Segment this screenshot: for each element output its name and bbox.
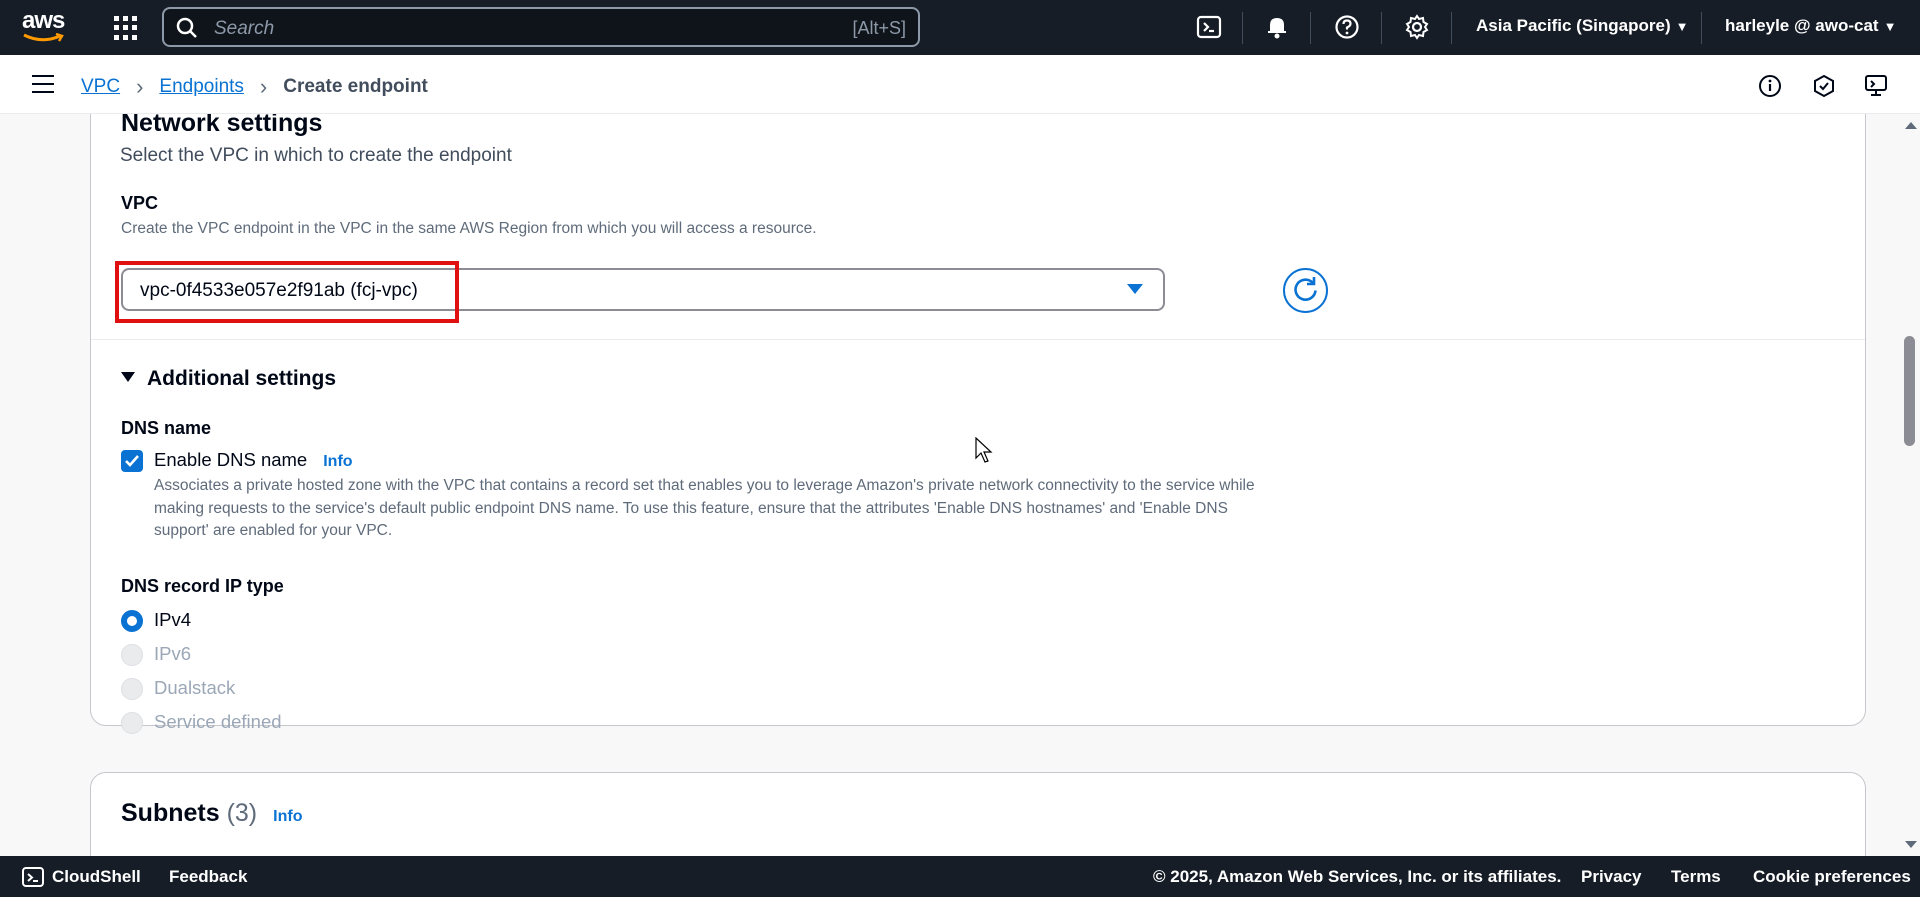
search-shortcut: [Alt+S]	[852, 18, 906, 38]
cloudshell-icon[interactable]	[1196, 14, 1222, 40]
radio-ipv6	[121, 644, 143, 666]
services-menu-icon[interactable]	[114, 16, 138, 40]
feedback-panel-icon[interactable]	[1864, 73, 1890, 99]
refresh-button[interactable]	[1283, 268, 1328, 313]
bell-icon[interactable]	[1264, 14, 1290, 40]
mouse-cursor-icon	[975, 437, 993, 463]
footer-cookie-preferences[interactable]: Cookie preferences	[1753, 867, 1911, 887]
caret-down-icon	[1127, 284, 1143, 294]
footer-cloudshell[interactable]: CloudShell	[52, 867, 141, 887]
top-navigation-bar: aws Search [Alt+S] Asia Pacific (Singapo…	[0, 0, 1920, 55]
account-menu[interactable]: harleyle @ awo-cat ▼	[1725, 16, 1896, 36]
search-box[interactable]: Search [Alt+S]	[162, 7, 920, 47]
breadcrumb-current: Create endpoint	[283, 76, 428, 97]
security-icon[interactable]	[1811, 73, 1837, 99]
search-icon	[176, 17, 197, 38]
enable-dns-checkbox[interactable]	[121, 450, 143, 472]
account-label: harleyle @ awo-cat	[1725, 16, 1879, 35]
chevron-right-icon: ›	[259, 74, 268, 99]
network-settings-container: Network settings Select the VPC in which…	[90, 114, 1866, 734]
info-link[interactable]: Info	[273, 808, 302, 825]
radio-ipv4-label[interactable]: IPv4	[154, 609, 191, 631]
menu-icon[interactable]	[32, 75, 54, 99]
radio-service-defined	[121, 712, 143, 734]
caret-down-icon: ▼	[1883, 19, 1897, 34]
page-scrollbar[interactable]	[1900, 114, 1920, 856]
dns-record-ip-type-label: DNS record IP type	[121, 576, 284, 596]
vpc-label: VPC	[121, 193, 159, 213]
network-settings-title: Network settings	[121, 114, 323, 137]
footer: CloudShell Feedback © 2025, Amazon Web S…	[0, 856, 1920, 897]
main-content: Network settings Select the VPC in which…	[0, 114, 1900, 856]
gear-icon[interactable]	[1404, 14, 1430, 40]
help-icon[interactable]	[1334, 14, 1360, 40]
additional-settings-title: Additional settings	[147, 367, 336, 390]
scrollbar-thumb[interactable]	[1904, 336, 1915, 446]
dns-name-label: DNS name	[121, 418, 212, 438]
footer-feedback[interactable]: Feedback	[169, 867, 247, 887]
chevron-right-icon: ›	[136, 74, 144, 99]
radio-dualstack	[121, 678, 143, 700]
breadcrumb-bar: VPC › Endpoints › Create endpoint	[0, 55, 1920, 114]
footer-privacy[interactable]: Privacy	[1581, 867, 1642, 887]
aws-smile-icon	[23, 33, 64, 42]
checkmark-icon	[125, 455, 139, 467]
scroll-up-icon[interactable]	[1905, 122, 1917, 129]
enable-dns-text: Enable DNS name	[154, 449, 308, 470]
radio-ipv6-label: IPv6	[154, 643, 192, 664]
caret-down-icon	[121, 372, 135, 382]
enable-dns-label[interactable]: Enable DNS name Info	[154, 449, 353, 471]
divider	[91, 339, 1865, 340]
info-link[interactable]: Info	[323, 453, 352, 470]
radio-dualstack-label: Dualstack	[154, 677, 236, 698]
subnets-count: (3)	[226, 799, 258, 827]
region-selector[interactable]: Asia Pacific (Singapore) ▼	[1476, 16, 1689, 36]
additional-settings-toggle[interactable]: Additional settings	[121, 367, 336, 391]
footer-copyright: © 2025, Amazon Web Services, Inc. or its…	[1153, 867, 1562, 886]
footer-terms[interactable]: Terms	[1671, 867, 1721, 887]
vpc-description: Create the VPC endpoint in the VPC in th…	[121, 220, 817, 237]
info-panel-icon[interactable]	[1757, 73, 1783, 99]
subnets-title-text: Subnets	[121, 799, 220, 827]
highlight-box	[115, 261, 459, 323]
network-settings-subtitle: Select the VPC in which to create the en…	[120, 145, 512, 166]
breadcrumb: VPC › Endpoints › Create endpoint	[81, 74, 428, 100]
breadcrumb-endpoints[interactable]: Endpoints	[159, 76, 244, 98]
aws-logo-text: aws	[22, 7, 65, 34]
radio-ipv4[interactable]	[121, 610, 143, 632]
refresh-icon	[1294, 277, 1317, 301]
scroll-down-icon[interactable]	[1905, 841, 1917, 848]
cloudshell-icon[interactable]	[22, 866, 44, 888]
radio-service-defined-label: Service defined	[154, 711, 282, 732]
region-label: Asia Pacific (Singapore)	[1476, 16, 1671, 35]
aws-logo[interactable]: aws	[22, 7, 70, 46]
enable-dns-description: Associates a private hosted zone with th…	[154, 477, 1255, 539]
subnets-title: Subnets (3) Info	[121, 799, 302, 828]
subnets-container: Subnets (3) Info	[90, 772, 1866, 856]
search-placeholder: Search	[214, 18, 275, 39]
breadcrumb-vpc[interactable]: VPC	[81, 76, 120, 98]
caret-down-icon: ▼	[1675, 19, 1689, 34]
